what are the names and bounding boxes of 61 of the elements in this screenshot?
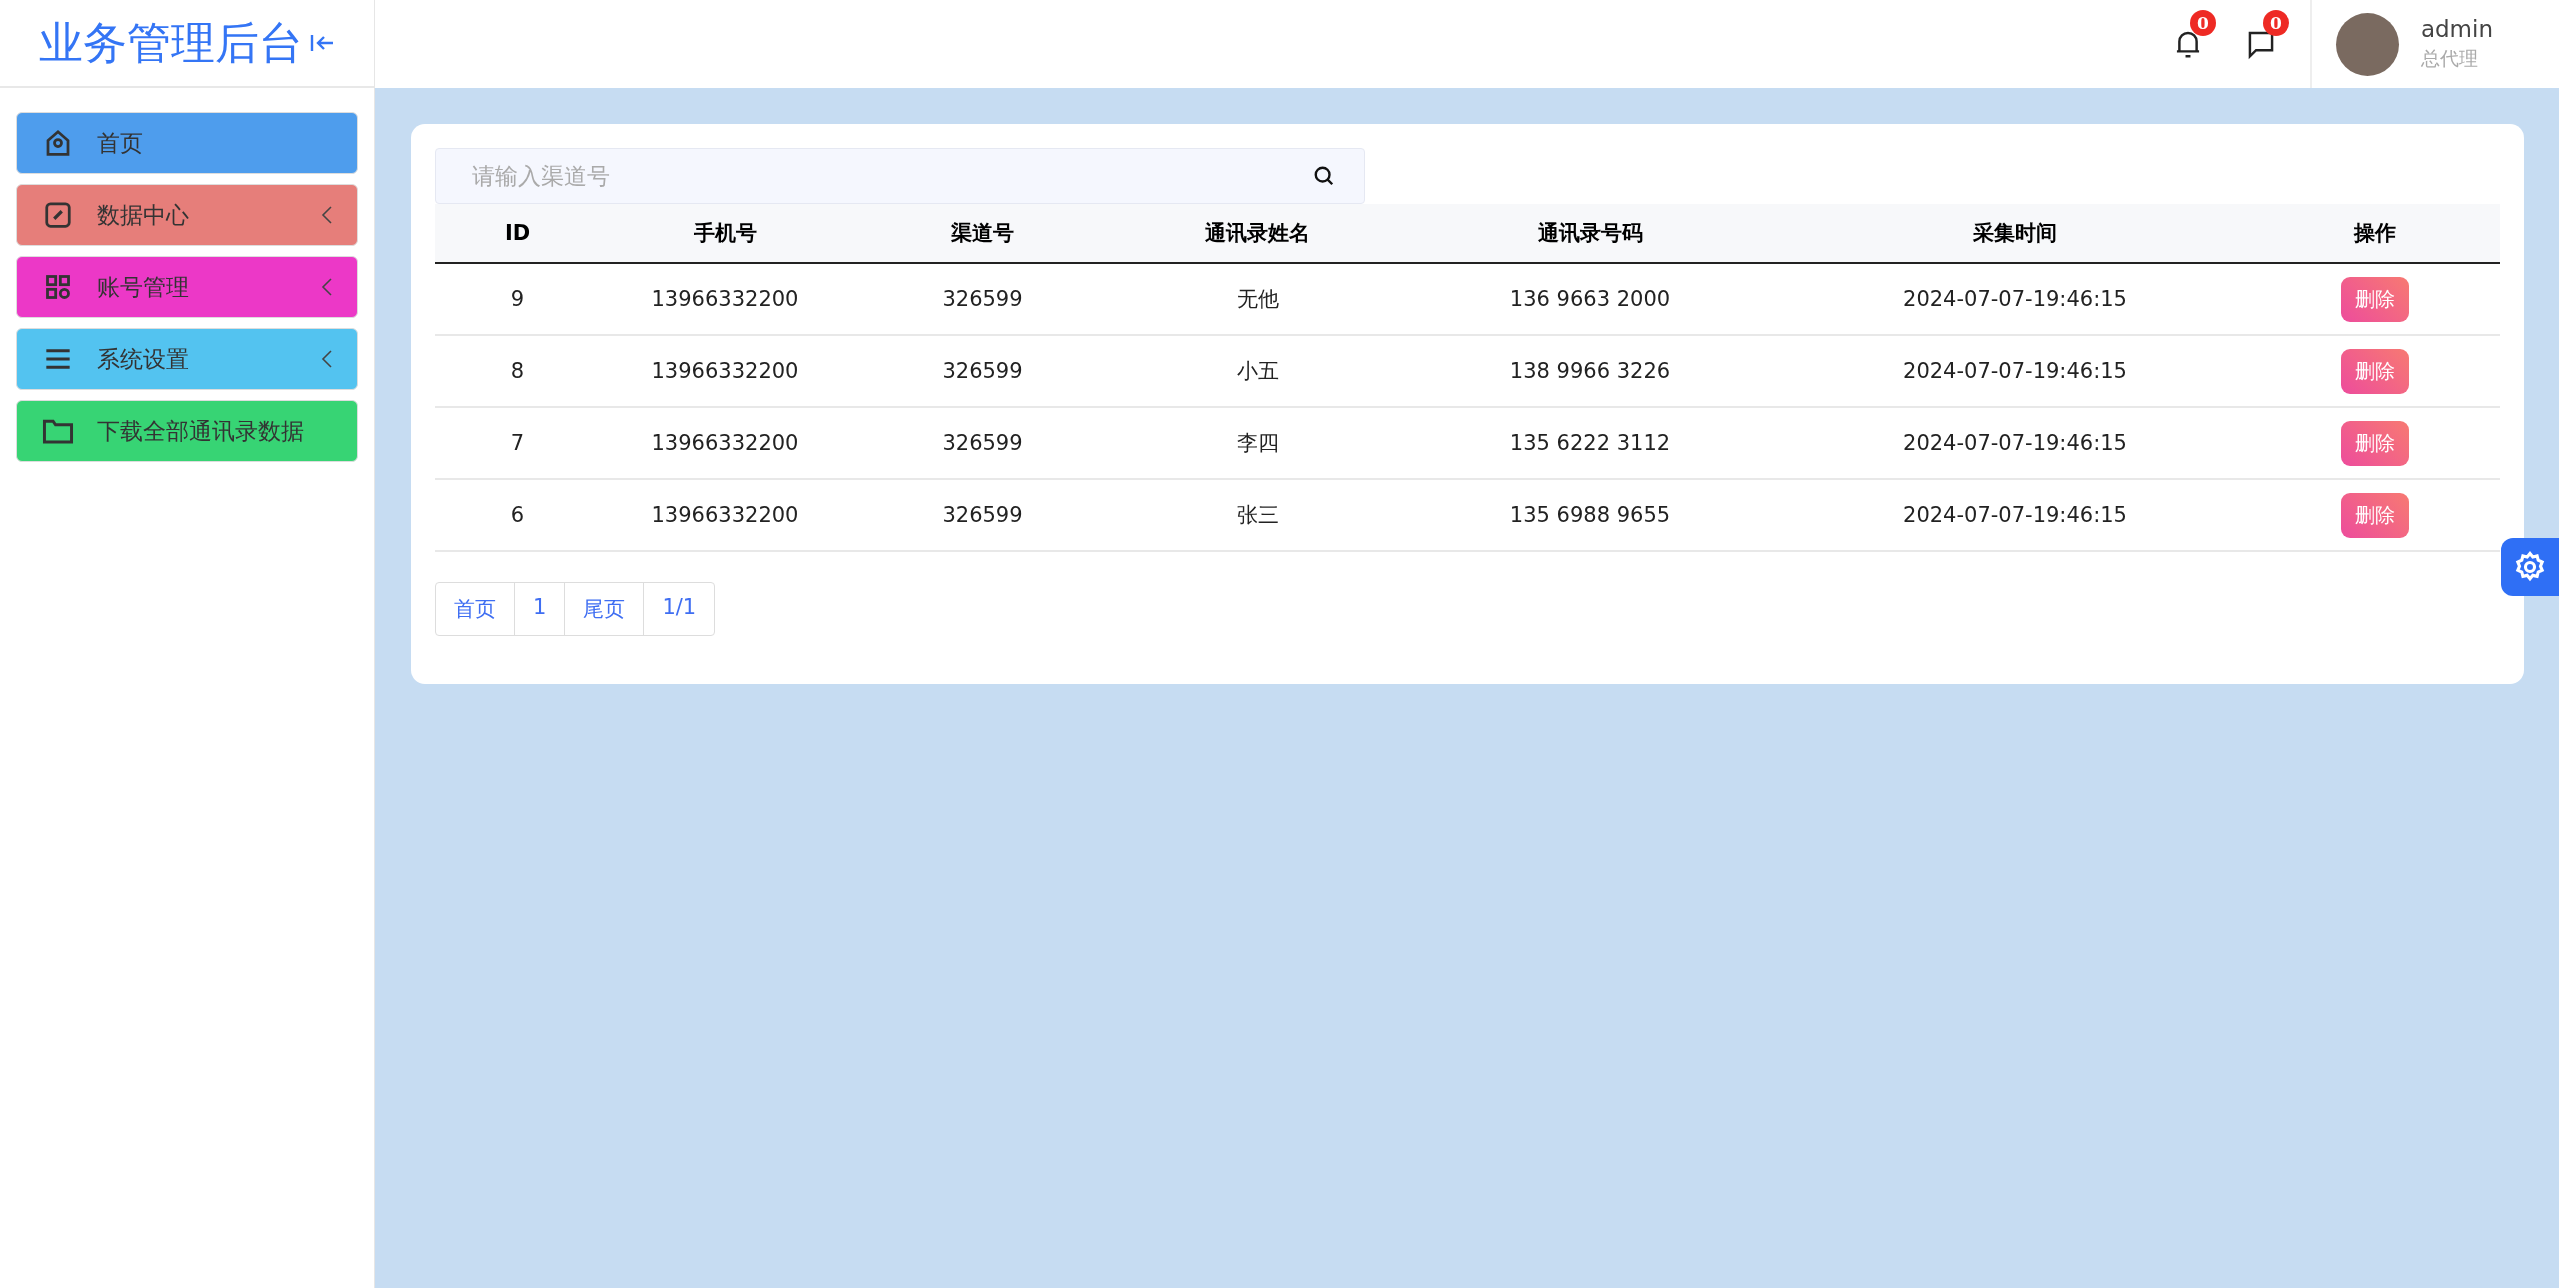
table-cell: 135 6988 9655 [1400, 479, 1780, 551]
page-link[interactable]: 尾页 [564, 583, 644, 635]
table-cell: 13966332200 [600, 479, 850, 551]
delete-button[interactable]: 删除 [2341, 492, 2409, 538]
menu-item[interactable]: 首页 [16, 112, 358, 174]
grid-icon [44, 273, 72, 301]
column-header: 通讯录姓名 [1115, 204, 1400, 263]
table-cell: 无他 [1115, 263, 1400, 335]
table-cell: 7 [435, 407, 600, 479]
collapse-icon[interactable] [309, 32, 335, 54]
menu-item[interactable]: 数据中心 [16, 184, 358, 246]
app-title: 业务管理后台 [39, 15, 303, 70]
user-name: admin [2420, 16, 2493, 42]
message-count-badge: 0 [2262, 10, 2289, 36]
pencil-square-icon [43, 200, 73, 230]
table-cell: 李四 [1115, 407, 1400, 479]
table-cell: 8 [435, 335, 600, 407]
delete-button[interactable]: 删除 [2341, 348, 2409, 394]
chevron-left-icon [321, 205, 333, 225]
page-link[interactable]: 1 [514, 583, 565, 635]
table-cell: 138 9966 3226 [1400, 335, 1780, 407]
table-cell: 张三 [1115, 479, 1400, 551]
user-role: 总代理 [2420, 46, 2479, 71]
table-cell: 2024-07-07-19:46:15 [1780, 335, 2250, 407]
column-header: 操作 [2250, 204, 2500, 263]
table-cell: 9 [435, 263, 600, 335]
column-header: 渠道号 [850, 204, 1115, 263]
column-header: ID [435, 204, 600, 263]
table-cell: 13966332200 [600, 335, 850, 407]
table-cell: 135 6222 3112 [1400, 407, 1780, 479]
column-header: 手机号 [600, 204, 850, 263]
menu-item[interactable]: 下载全部通讯录数据 [16, 400, 358, 462]
delete-button[interactable]: 删除 [2341, 420, 2409, 466]
table-cell: 2024-07-07-19:46:15 [1780, 263, 2250, 335]
table-cell: 2024-07-07-19:46:15 [1780, 407, 2250, 479]
delete-button[interactable]: 删除 [2341, 276, 2409, 322]
search-field[interactable]: 请输入渠道号 [435, 148, 1365, 204]
search-icon[interactable] [1313, 165, 1335, 187]
settings-icon [2513, 550, 2547, 584]
folder-icon [42, 417, 74, 445]
table-cell: 136 9663 2000 [1400, 263, 1780, 335]
settings-button[interactable] [2501, 538, 2559, 596]
menu-icon [44, 348, 72, 370]
table-cell: 326599 [850, 479, 1115, 551]
table-cell: 6 [435, 479, 600, 551]
table-cell: 13966332200 [600, 263, 850, 335]
column-header: 通讯录号码 [1400, 204, 1780, 263]
table-cell: 326599 [850, 407, 1115, 479]
notification-count-badge: 0 [2189, 10, 2216, 36]
table-cell: 小五 [1115, 335, 1400, 407]
column-header: 采集时间 [1780, 204, 2250, 263]
menu-item[interactable]: 系统设置 [16, 328, 358, 390]
menu-item[interactable]: 账号管理 [16, 256, 358, 318]
chevron-left-icon [321, 349, 333, 369]
page-link[interactable]: 首页 [436, 583, 514, 635]
table-cell: 326599 [850, 263, 1115, 335]
table-cell: 326599 [850, 335, 1115, 407]
page-link[interactable]: 1/1 [643, 583, 715, 635]
chevron-left-icon [321, 277, 333, 297]
table-cell: 2024-07-07-19:46:15 [1780, 479, 2250, 551]
table-cell: 13966332200 [600, 407, 850, 479]
